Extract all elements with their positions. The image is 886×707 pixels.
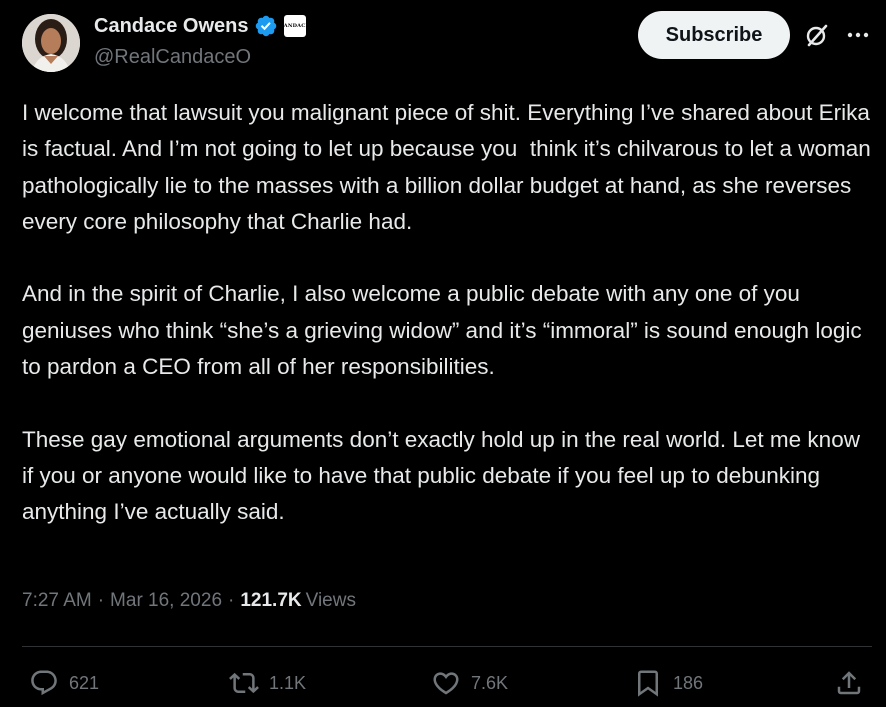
- action-bar: 621 1.1K 7.6K 186: [0, 662, 886, 702]
- repost-icon: [229, 672, 259, 694]
- display-name[interactable]: Candace Owens: [94, 15, 249, 38]
- bookmark-count: 186: [673, 672, 704, 693]
- share-icon: [837, 671, 861, 695]
- views-label: Views: [305, 590, 356, 611]
- repost-button[interactable]: 1.1K: [229, 668, 306, 698]
- divider: [22, 646, 872, 647]
- grok-icon[interactable]: [804, 22, 830, 48]
- avatar-image: [22, 14, 80, 72]
- tweet-time[interactable]: 7:27 AM: [22, 590, 92, 612]
- views-count[interactable]: 121.7K: [240, 590, 301, 612]
- meta-separator: ·: [97, 590, 105, 611]
- avatar[interactable]: [22, 14, 80, 72]
- tweet-meta: 7:27 AM · Mar 16, 2026 · 121.7K Views: [22, 590, 356, 612]
- user-handle[interactable]: @RealCandaceO: [94, 46, 251, 69]
- tweet-paragraph: These gay emotional arguments don’t exac…: [22, 426, 867, 525]
- tweet-text: I welcome that lawsuit you malignant pie…: [22, 95, 872, 531]
- reply-icon: [31, 670, 57, 696]
- like-button[interactable]: 7.6K: [431, 668, 508, 698]
- repost-count: 1.1K: [269, 672, 307, 693]
- subscribe-button[interactable]: Subscribe: [638, 11, 790, 59]
- affiliate-badge[interactable]: CANDACE: [280, 15, 309, 37]
- verified-badge-icon[interactable]: [254, 14, 278, 38]
- reply-count: 621: [69, 672, 100, 693]
- tweet-paragraph: And in the spirit of Charlie, I also wel…: [22, 281, 868, 380]
- tweet-date[interactable]: Mar 16, 2026: [110, 590, 222, 612]
- affiliate-badge-text: CANDACE: [279, 23, 310, 29]
- like-count: 7.6K: [471, 672, 509, 693]
- tweet-paragraph: I welcome that lawsuit you malignant pie…: [22, 100, 878, 234]
- more-icon[interactable]: [845, 22, 871, 48]
- reply-button[interactable]: 621: [29, 668, 99, 698]
- meta-separator: ·: [228, 590, 235, 611]
- bookmark-icon: [638, 670, 658, 697]
- share-button[interactable]: [834, 668, 864, 698]
- name-row: Candace Owens CANDACE: [94, 12, 309, 40]
- bookmark-button[interactable]: 186: [633, 668, 703, 698]
- heart-icon: [433, 672, 459, 695]
- tweet-header: Candace Owens CANDACE @RealCandaceO Subs…: [0, 0, 886, 80]
